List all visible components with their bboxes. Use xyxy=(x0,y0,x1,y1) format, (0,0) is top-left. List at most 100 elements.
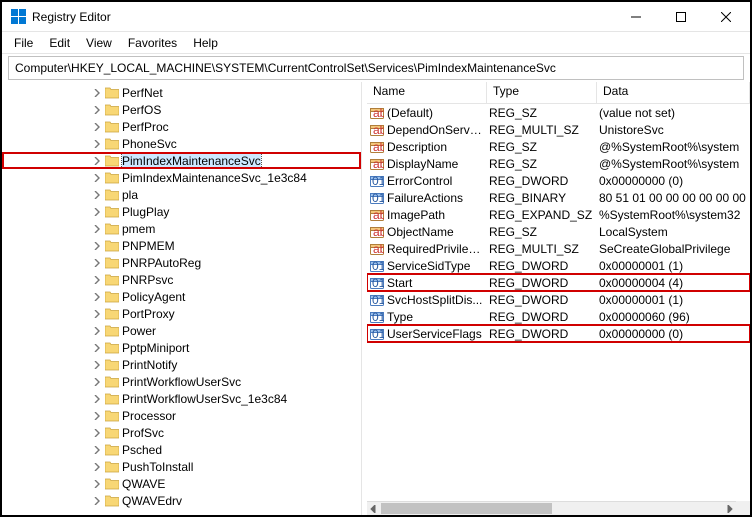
tree-item[interactable]: PerfOS xyxy=(2,101,361,118)
tree-item[interactable]: pla xyxy=(2,186,361,203)
scroll-left-icon[interactable] xyxy=(367,502,381,516)
tree-item[interactable]: PhoneSvc xyxy=(2,135,361,152)
expand-icon[interactable] xyxy=(90,307,104,321)
expand-icon[interactable] xyxy=(90,460,104,474)
menu-file[interactable]: File xyxy=(6,34,41,52)
minimize-button[interactable] xyxy=(613,3,658,31)
value-type: REG_DWORD xyxy=(487,259,597,273)
address-bar[interactable]: Computer\HKEY_LOCAL_MACHINE\SYSTEM\Curre… xyxy=(8,56,744,80)
menu-help[interactable]: Help xyxy=(185,34,226,52)
expand-icon[interactable] xyxy=(90,477,104,491)
expand-icon[interactable] xyxy=(90,86,104,100)
expand-icon[interactable] xyxy=(90,222,104,236)
expand-icon[interactable] xyxy=(90,392,104,406)
tree-item[interactable]: PerfProc xyxy=(2,118,361,135)
menu-favorites[interactable]: Favorites xyxy=(120,34,185,52)
value-name: SvcHostSplitDis... xyxy=(387,293,487,307)
expand-icon[interactable] xyxy=(90,409,104,423)
value-row[interactable]: 011StartREG_DWORD0x00000004 (4) xyxy=(367,274,750,291)
expand-icon[interactable] xyxy=(90,341,104,355)
value-row[interactable]: 011FailureActionsREG_BINARY80 51 01 00 0… xyxy=(367,189,750,206)
expand-icon[interactable] xyxy=(90,290,104,304)
folder-icon xyxy=(104,290,120,304)
menu-edit[interactable]: Edit xyxy=(41,34,78,52)
maximize-button[interactable] xyxy=(658,3,703,31)
menu-view[interactable]: View xyxy=(78,34,120,52)
expand-icon[interactable] xyxy=(90,494,104,508)
value-row[interactable]: 011ServiceSidTypeREG_DWORD0x00000001 (1) xyxy=(367,257,750,274)
value-data: 0x00000060 (96) xyxy=(597,310,750,324)
window-title: Registry Editor xyxy=(32,10,613,24)
expand-icon[interactable] xyxy=(90,137,104,151)
value-row[interactable]: abImagePathREG_EXPAND_SZ%SystemRoot%\sys… xyxy=(367,206,750,223)
value-data: 0x00000004 (4) xyxy=(597,276,750,290)
tree-pane[interactable]: PerfNetPerfOSPerfProcPhoneSvcPimIndexMai… xyxy=(2,82,362,515)
tree-item[interactable]: Power xyxy=(2,322,361,339)
tree-item[interactable]: PrintWorkflowUserSvc_1e3c84 xyxy=(2,390,361,407)
tree-item[interactable]: PlugPlay xyxy=(2,203,361,220)
values-list[interactable]: ab(Default)REG_SZ(value not set)abDepend… xyxy=(367,104,750,515)
tree-item[interactable]: PrintNotify xyxy=(2,356,361,373)
expand-icon[interactable] xyxy=(90,375,104,389)
scroll-right-icon[interactable] xyxy=(722,502,736,516)
value-data: 0x00000000 (0) xyxy=(597,327,750,341)
tree-item[interactable]: Processor xyxy=(2,407,361,424)
tree-item[interactable]: PNPMEM xyxy=(2,237,361,254)
title-bar: Registry Editor xyxy=(2,2,750,32)
folder-icon xyxy=(104,205,120,219)
value-row[interactable]: 011SvcHostSplitDis...REG_DWORD0x00000001… xyxy=(367,291,750,308)
expand-icon[interactable] xyxy=(90,154,104,168)
tree-item[interactable]: PNRPsvc xyxy=(2,271,361,288)
value-row[interactable]: abDescriptionREG_SZ@%SystemRoot%\system xyxy=(367,138,750,155)
value-row[interactable]: ab(Default)REG_SZ(value not set) xyxy=(367,104,750,121)
folder-icon xyxy=(104,477,120,491)
expand-icon[interactable] xyxy=(90,103,104,117)
tree-item[interactable]: Psched xyxy=(2,441,361,458)
expand-icon[interactable] xyxy=(90,256,104,270)
value-row[interactable]: abDisplayNameREG_SZ@%SystemRoot%\system xyxy=(367,155,750,172)
expand-icon[interactable] xyxy=(90,120,104,134)
tree-item[interactable]: PimIndexMaintenanceSvc_1e3c84 xyxy=(2,169,361,186)
expand-icon[interactable] xyxy=(90,239,104,253)
expand-icon[interactable] xyxy=(90,426,104,440)
tree-item-label: PrintNotify xyxy=(122,358,177,372)
tree-item[interactable]: PptpMiniport xyxy=(2,339,361,356)
tree-item[interactable]: QWAVE xyxy=(2,475,361,492)
folder-icon xyxy=(104,324,120,338)
scroll-thumb[interactable] xyxy=(381,503,552,514)
value-row[interactable]: abDependOnServiceREG_MULTI_SZUnistoreSvc xyxy=(367,121,750,138)
close-button[interactable] xyxy=(703,3,748,31)
tree-item[interactable]: pmem xyxy=(2,220,361,237)
tree-item[interactable]: ProfSvc xyxy=(2,424,361,441)
value-row[interactable]: 011UserServiceFlagsREG_DWORD0x00000000 (… xyxy=(367,325,750,342)
expand-icon[interactable] xyxy=(90,443,104,457)
column-type[interactable]: Type xyxy=(487,82,597,103)
horizontal-scrollbar[interactable] xyxy=(367,501,736,515)
value-row[interactable]: abObjectNameREG_SZLocalSystem xyxy=(367,223,750,240)
expand-icon[interactable] xyxy=(90,188,104,202)
scroll-track[interactable] xyxy=(381,502,722,515)
value-row[interactable]: abRequiredPrivileg...REG_MULTI_SZSeCreat… xyxy=(367,240,750,257)
expand-icon[interactable] xyxy=(90,358,104,372)
value-data: LocalSystem xyxy=(597,225,750,239)
svg-text:ab: ab xyxy=(373,106,384,120)
column-name[interactable]: Name xyxy=(367,82,487,103)
tree-item[interactable]: PortProxy xyxy=(2,305,361,322)
tree-item[interactable]: PimIndexMaintenanceSvc xyxy=(2,152,361,169)
expand-icon[interactable] xyxy=(90,273,104,287)
tree-item[interactable]: PolicyAgent xyxy=(2,288,361,305)
expand-icon[interactable] xyxy=(90,205,104,219)
tree-item[interactable]: PerfNet xyxy=(2,84,361,101)
expand-icon[interactable] xyxy=(90,171,104,185)
tree-item[interactable]: PushToInstall xyxy=(2,458,361,475)
tree-item[interactable]: QWAVEdrv xyxy=(2,492,361,509)
value-type: REG_DWORD xyxy=(487,310,597,324)
tree-item[interactable]: PrintWorkflowUserSvc xyxy=(2,373,361,390)
scroll-corner xyxy=(736,501,750,515)
value-name: FailureActions xyxy=(387,191,487,205)
tree-item[interactable]: PNRPAutoReg xyxy=(2,254,361,271)
value-row[interactable]: 011TypeREG_DWORD0x00000060 (96) xyxy=(367,308,750,325)
column-data[interactable]: Data xyxy=(597,82,750,103)
expand-icon[interactable] xyxy=(90,324,104,338)
value-row[interactable]: 011ErrorControlREG_DWORD0x00000000 (0) xyxy=(367,172,750,189)
